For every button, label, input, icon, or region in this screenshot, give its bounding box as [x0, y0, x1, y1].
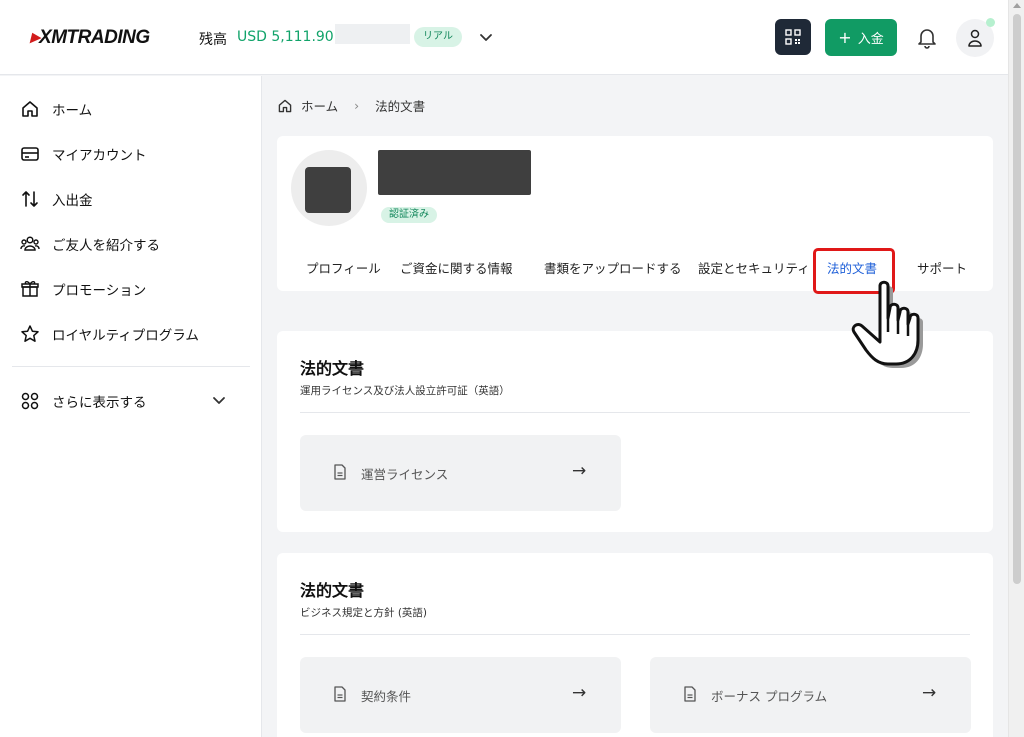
doc-item-label: 運営ライセンス: [361, 467, 449, 482]
tab-upload-documents[interactable]: 書類をアップロードする: [544, 258, 682, 277]
sidebar-item-my-account[interactable]: マイアカウント: [20, 139, 250, 169]
star-icon: [21, 325, 39, 342]
document-icon: [334, 686, 346, 702]
sidebar-item-label: ホーム: [52, 103, 93, 119]
deposit-button[interactable]: + 入金: [825, 19, 897, 56]
doc-item-operating-license[interactable]: 運営ライセンス →: [300, 435, 621, 511]
transfer-arrows-icon: [22, 191, 38, 207]
deposit-label: 入金: [857, 32, 884, 47]
doc-item-bonus-program[interactable]: ボーナス プログラム →: [650, 657, 971, 733]
top-header: ▸XMTRADING 残高 USD 5,111.90 リアル + 入金: [0, 0, 1008, 75]
sidebar-item-label: マイアカウント: [52, 148, 147, 164]
sidebar-item-refer-friend[interactable]: ご友人を紹介する: [20, 229, 250, 259]
profile-card: 認証済み プロフィール ご資金に関する情報 書類をアップロードする 設定とセキュ…: [277, 136, 993, 294]
sidebar-item-label: ご友人を紹介する: [52, 238, 160, 254]
section-subtitle: 運用ライセンス及び法人設立許可証（英語）: [300, 385, 510, 397]
sidebar-item-label: さらに表示する: [52, 395, 147, 411]
section-subtitle: ビジネス規定と方針 (英語): [300, 607, 428, 619]
scroll-thumb[interactable]: [1013, 14, 1021, 584]
doc-item-label: 契約条件: [361, 689, 412, 704]
sidebar: ホーム マイアカウント 入出金 ご友人を紹介する プロモーション ロイヤルティプ…: [0, 76, 262, 737]
legal-docs-section-policies: 法的文書 ビジネス規定と方針 (英語) 契約条件 → ボーナス プログラム →: [277, 553, 993, 737]
sidebar-item-promotion[interactable]: プロモーション: [20, 274, 250, 304]
arrow-right-icon: →: [922, 683, 937, 703]
sidebar-item-show-more[interactable]: さらに表示する: [20, 386, 250, 416]
section-divider: [300, 412, 970, 413]
verified-badge: 認証済み: [381, 207, 437, 223]
doc-item-terms-conditions[interactable]: 契約条件 →: [300, 657, 621, 733]
sidebar-divider: [12, 366, 250, 367]
tab-support[interactable]: サポート: [917, 258, 967, 277]
tab-profile[interactable]: プロフィール: [306, 258, 381, 277]
online-status-dot: [986, 18, 995, 27]
bell-icon[interactable]: [914, 24, 940, 52]
section-title: 法的文書: [300, 581, 365, 600]
profile-avatar-image: [305, 167, 351, 213]
sidebar-item-home[interactable]: ホーム: [20, 94, 250, 124]
home-icon: [22, 101, 38, 117]
chevron-down-icon[interactable]: [478, 27, 494, 47]
sidebar-item-loyalty[interactable]: ロイヤルティプログラム: [20, 319, 250, 349]
breadcrumb-current: 法的文書: [375, 99, 426, 114]
document-icon: [684, 686, 696, 702]
section-divider: [300, 634, 970, 635]
hand-pointer-icon: [851, 280, 923, 368]
sidebar-item-deposit-withdraw[interactable]: 入出金: [20, 184, 250, 214]
gift-icon: [21, 281, 39, 297]
masked-account-number: [335, 24, 410, 44]
breadcrumb-home[interactable]: ホーム: [301, 96, 338, 115]
home-icon[interactable]: [277, 98, 293, 114]
breadcrumb: ホーム › 法的文書: [277, 96, 425, 115]
credit-card-icon: [21, 147, 39, 161]
balance-value: USD 5,111.90: [237, 29, 334, 45]
xmtrading-logo[interactable]: ▸XMTRADING: [30, 26, 150, 49]
balance-label: 残高: [199, 32, 227, 48]
qr-code-button[interactable]: [775, 19, 811, 55]
sidebar-item-label: プロモーション: [52, 283, 147, 299]
doc-item-label: ボーナス プログラム: [711, 689, 828, 704]
plus-icon: +: [838, 27, 852, 47]
tab-settings-security[interactable]: 設定とセキュリティ: [698, 258, 810, 277]
page-scrollbar[interactable]: [1008, 0, 1024, 737]
sidebar-item-label: ロイヤルティプログラム: [52, 328, 199, 344]
sidebar-item-label: 入出金: [52, 193, 93, 209]
section-title: 法的文書: [300, 359, 365, 378]
masked-profile-name: [378, 150, 531, 195]
user-icon: [968, 29, 982, 47]
account-type-badge: リアル: [414, 27, 462, 47]
document-icon: [334, 464, 346, 480]
grid-icon: [21, 392, 39, 410]
arrow-right-icon: →: [572, 683, 587, 703]
qr-code-icon: [785, 29, 801, 45]
chevron-down-icon: [213, 397, 225, 404]
arrow-right-icon: →: [572, 461, 587, 481]
users-icon: [20, 236, 40, 251]
scroll-up-arrow[interactable]: [1013, 3, 1021, 8]
tab-funds-info[interactable]: ご資金に関する情報: [400, 258, 513, 277]
chevron-right-icon: ›: [354, 98, 360, 113]
